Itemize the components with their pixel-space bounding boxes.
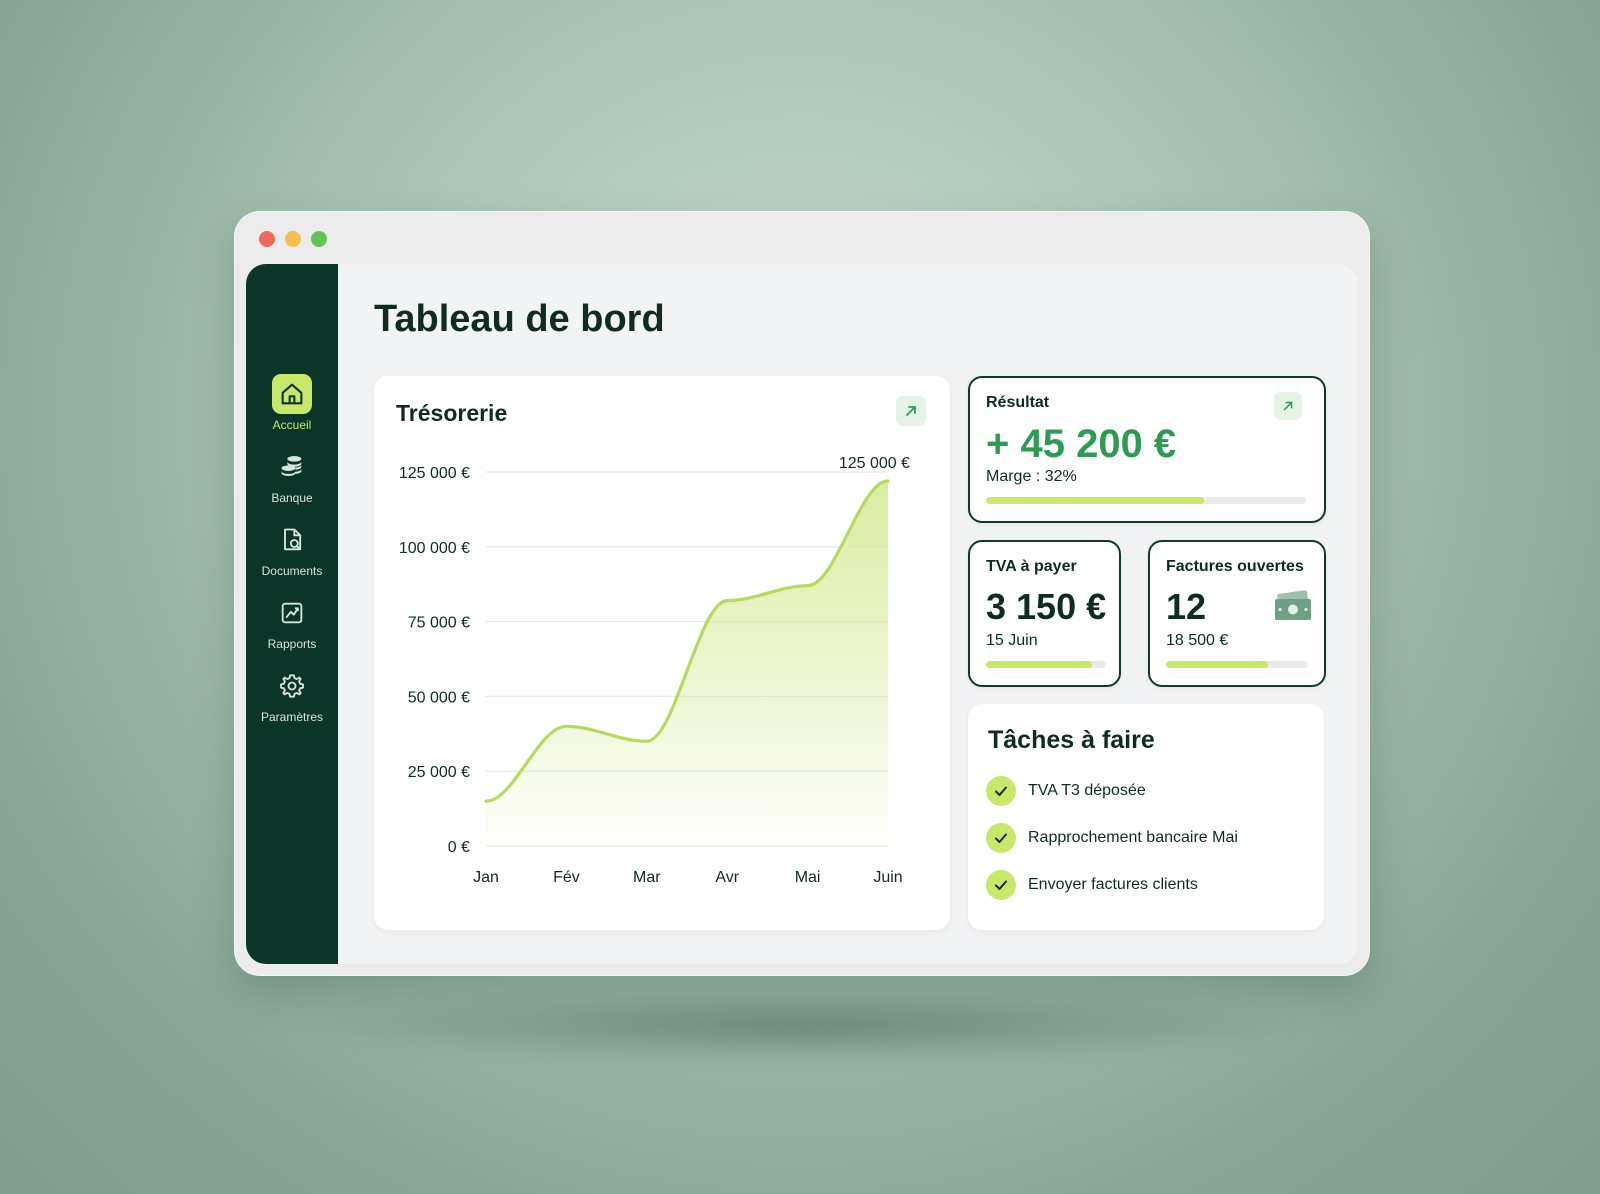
page-title: Tableau de bord	[374, 298, 665, 340]
y-tick-label: 75 000 €	[408, 615, 470, 632]
treasury-card: Trésorerie 0 €25 000 €50 000 €75 000 €10…	[374, 376, 950, 930]
minimize-window-button[interactable]	[285, 231, 301, 247]
invoices-label: Factures ouvertes	[1166, 558, 1304, 575]
tasks-card: Tâches à faire TVA T3 déposée Rapprochem…	[968, 704, 1324, 930]
check-icon	[986, 823, 1016, 853]
tasks-title: Tâches à faire	[988, 726, 1155, 754]
close-window-button[interactable]	[259, 231, 275, 247]
x-tick-label: Mai	[795, 869, 821, 886]
invoices-amount: 18 500 €	[1166, 632, 1229, 649]
task-label: Rapprochement bancaire Mai	[1028, 829, 1238, 846]
result-expand-button[interactable]	[1274, 392, 1302, 420]
tva-progress-fill	[986, 661, 1092, 668]
sidebar-item-banque[interactable]: Banque	[246, 447, 338, 505]
sidebar-item-label: Documents	[261, 564, 323, 578]
check-icon	[986, 870, 1016, 900]
task-label: TVA T3 déposée	[1028, 782, 1146, 799]
x-tick-label: Avr	[715, 869, 739, 886]
sidebar-item-parametres[interactable]: Paramètres	[246, 666, 338, 724]
sidebar-item-label: Accueil	[272, 418, 312, 432]
tva-label: TVA à payer	[986, 558, 1077, 575]
result-progress	[986, 497, 1306, 504]
sidebar-item-label: Rapports	[267, 637, 317, 651]
banknote-icon	[1274, 590, 1312, 627]
tva-due-date: 15 Juin	[986, 632, 1038, 649]
invoices-count: 12	[1166, 586, 1207, 627]
peak-annotation: 125 000 €	[839, 455, 910, 472]
x-tick-label: Mar	[633, 869, 661, 886]
x-tick-label: Juin	[873, 869, 902, 886]
sidebar-item-rapports[interactable]: Rapports	[246, 593, 338, 651]
home-icon	[272, 374, 312, 414]
sidebar: Accueil Banque Documents Rapports Paramè…	[246, 264, 338, 964]
sidebar-item-documents[interactable]: Documents	[246, 520, 338, 578]
task-item[interactable]: TVA T3 déposée	[986, 776, 1146, 806]
invoices-progress	[1166, 661, 1308, 668]
task-label: Envoyer factures clients	[1028, 876, 1198, 893]
main-content: Tableau de bord Trésorerie 0 €25 000 €50…	[338, 264, 1358, 964]
maximize-window-button[interactable]	[311, 231, 327, 247]
gear-icon	[272, 666, 312, 706]
document-search-icon	[272, 520, 312, 560]
invoices-progress-fill	[1166, 661, 1269, 668]
x-tick-label: Fév	[553, 869, 580, 886]
result-progress-fill	[986, 497, 1204, 504]
sidebar-item-label: Paramètres	[260, 710, 324, 724]
arrow-up-right-icon	[1283, 401, 1293, 411]
y-tick-label: 0 €	[448, 839, 470, 856]
y-tick-label: 100 000 €	[399, 540, 470, 557]
chart-icon	[272, 593, 312, 633]
y-tick-label: 50 000 €	[408, 689, 470, 706]
window-shadow	[300, 985, 1310, 1065]
x-tick-label: Jan	[473, 869, 499, 886]
series-area	[486, 480, 888, 846]
result-card: Résultat + 45 200 € Marge : 32%	[968, 376, 1326, 523]
tva-value: 3 150 €	[986, 586, 1107, 627]
invoices-card: Factures ouvertes 12 18 500 €	[1148, 540, 1326, 687]
tva-card: TVA à payer 3 150 € 15 Juin	[968, 540, 1121, 687]
app-window: Accueil Banque Documents Rapports Paramè…	[234, 211, 1370, 976]
tva-progress	[986, 661, 1106, 668]
sidebar-item-label: Banque	[271, 491, 313, 505]
y-tick-label: 25 000 €	[408, 764, 470, 781]
task-item[interactable]: Envoyer factures clients	[986, 870, 1198, 900]
coins-icon	[272, 447, 312, 487]
sidebar-item-accueil[interactable]: Accueil	[246, 374, 338, 432]
result-margin: Marge : 32%	[986, 468, 1077, 485]
y-tick-label: 125 000 €	[399, 465, 470, 482]
check-icon	[986, 776, 1016, 806]
task-item[interactable]: Rapprochement bancaire Mai	[986, 823, 1238, 853]
result-label: Résultat	[986, 394, 1050, 411]
treasury-chart: 0 € 25 000 € 50 000 € 75 000 € 100 000 € 125 …	[399, 455, 910, 886]
window-controls	[259, 231, 327, 247]
result-value: + 45 200 €	[986, 422, 1177, 466]
